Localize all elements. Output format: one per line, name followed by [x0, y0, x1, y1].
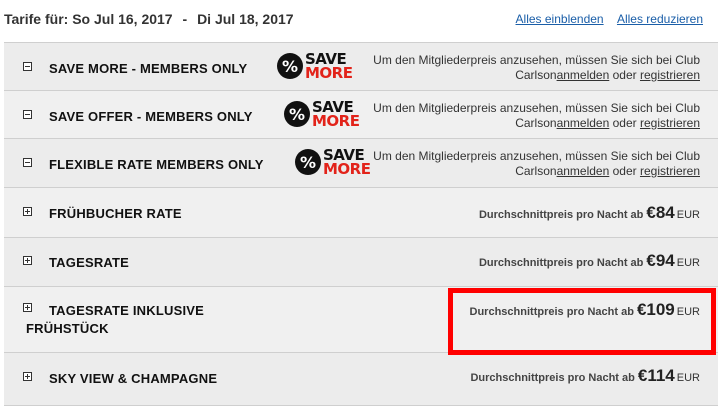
rate-name: SKY VIEW & CHAMPAGNE: [49, 371, 218, 386]
price-currency: EUR: [676, 372, 700, 384]
rate-name: FRÜHBUCHER RATE: [49, 206, 182, 221]
login-link[interactable]: anmelden: [557, 164, 610, 178]
percent-icon: %: [284, 101, 310, 127]
date-to: Di Jul 18, 2017: [197, 11, 294, 27]
price-amount: €84: [646, 203, 675, 222]
percent-icon: %: [295, 149, 321, 175]
or-text: oder: [609, 116, 640, 130]
collapse-icon[interactable]: [23, 158, 32, 167]
price-label: Durchschnittpreis pro Nacht ab: [478, 257, 644, 269]
rates-date-range: Tarife für: So Jul 16, 2017 - Di Jul 18,…: [4, 11, 294, 27]
rate-row-fruehbucher[interactable]: FRÜHBUCHER RATE Durchschnittpreis pro Na…: [4, 188, 718, 238]
highlight-box: [448, 288, 716, 355]
or-text: oder: [609, 68, 640, 82]
rate-name: TAGESRATE: [49, 255, 130, 270]
price-label: Durchschnittpreis pro Nacht ab: [470, 372, 635, 384]
login-link[interactable]: anmelden: [557, 116, 610, 130]
price-currency: EUR: [676, 209, 700, 221]
login-link[interactable]: anmelden: [557, 68, 610, 82]
register-link[interactable]: registrieren: [640, 164, 700, 178]
members-message: Um den Mitgliederpreis anzusehen, müssen…: [340, 149, 700, 179]
rate-name: SAVE OFFER - MEMBERS ONLY: [49, 109, 253, 124]
rates-label: Tarife für:: [4, 11, 69, 27]
collapse-icon[interactable]: [23, 62, 32, 71]
rate-price: Durchschnittpreis pro Nacht ab €114 EUR: [470, 366, 700, 386]
rate-name: SAVE MORE - MEMBERS ONLY: [49, 61, 248, 76]
expand-icon[interactable]: [23, 372, 32, 381]
price-currency: EUR: [676, 257, 700, 269]
members-message: Um den Mitgliederpreis anzusehen, müssen…: [340, 53, 700, 83]
collapse-icon[interactable]: [23, 110, 32, 119]
price-amount: €94: [646, 251, 675, 270]
date-separator: -: [182, 11, 188, 27]
price-label: Durchschnittpreis pro Nacht ab: [478, 209, 644, 221]
rate-name-line2: FRÜHSTÜCK: [26, 321, 109, 336]
percent-icon: %: [277, 53, 303, 79]
rate-row-save-more[interactable]: SAVE MORE - MEMBERS ONLY % SAVE MORE Um …: [4, 43, 718, 91]
collapse-all-link[interactable]: Alles reduzieren: [617, 12, 703, 26]
expand-icon[interactable]: [23, 207, 32, 216]
expand-collapse-links: Alles einblenden Alles reduzieren: [506, 12, 703, 26]
rate-row-tagesrate[interactable]: TAGESRATE Durchschnittpreis pro Nacht ab…: [4, 238, 718, 287]
rate-price: Durchschnittpreis pro Nacht ab €94 EUR: [479, 251, 700, 271]
rate-row-flexible[interactable]: FLEXIBLE RATE MEMBERS ONLY % SAVE MORE U…: [4, 139, 718, 188]
rate-price: Durchschnittpreis pro Nacht ab €84 EUR: [479, 203, 700, 223]
rate-row-sky-view[interactable]: SKY VIEW & CHAMPAGNE Durchschnittpreis p…: [4, 353, 718, 406]
rate-name: TAGESRATE INKLUSIVE: [49, 303, 204, 318]
register-link[interactable]: registrieren: [640, 116, 700, 130]
show-all-link[interactable]: Alles einblenden: [516, 12, 604, 26]
members-message: Um den Mitgliederpreis anzusehen, müssen…: [340, 101, 700, 131]
register-link[interactable]: registrieren: [640, 68, 700, 82]
or-text: oder: [609, 164, 640, 178]
rates-header: Tarife für: So Jul 16, 2017 - Di Jul 18,…: [0, 0, 721, 40]
date-from: So Jul 16, 2017: [72, 11, 173, 27]
price-amount: €114: [637, 366, 675, 385]
rate-row-save-offer[interactable]: SAVE OFFER - MEMBERS ONLY % SAVE MORE Um…: [4, 91, 718, 139]
rate-name: FLEXIBLE RATE MEMBERS ONLY: [49, 157, 264, 172]
expand-icon[interactable]: [23, 303, 32, 312]
expand-icon[interactable]: [23, 256, 32, 265]
